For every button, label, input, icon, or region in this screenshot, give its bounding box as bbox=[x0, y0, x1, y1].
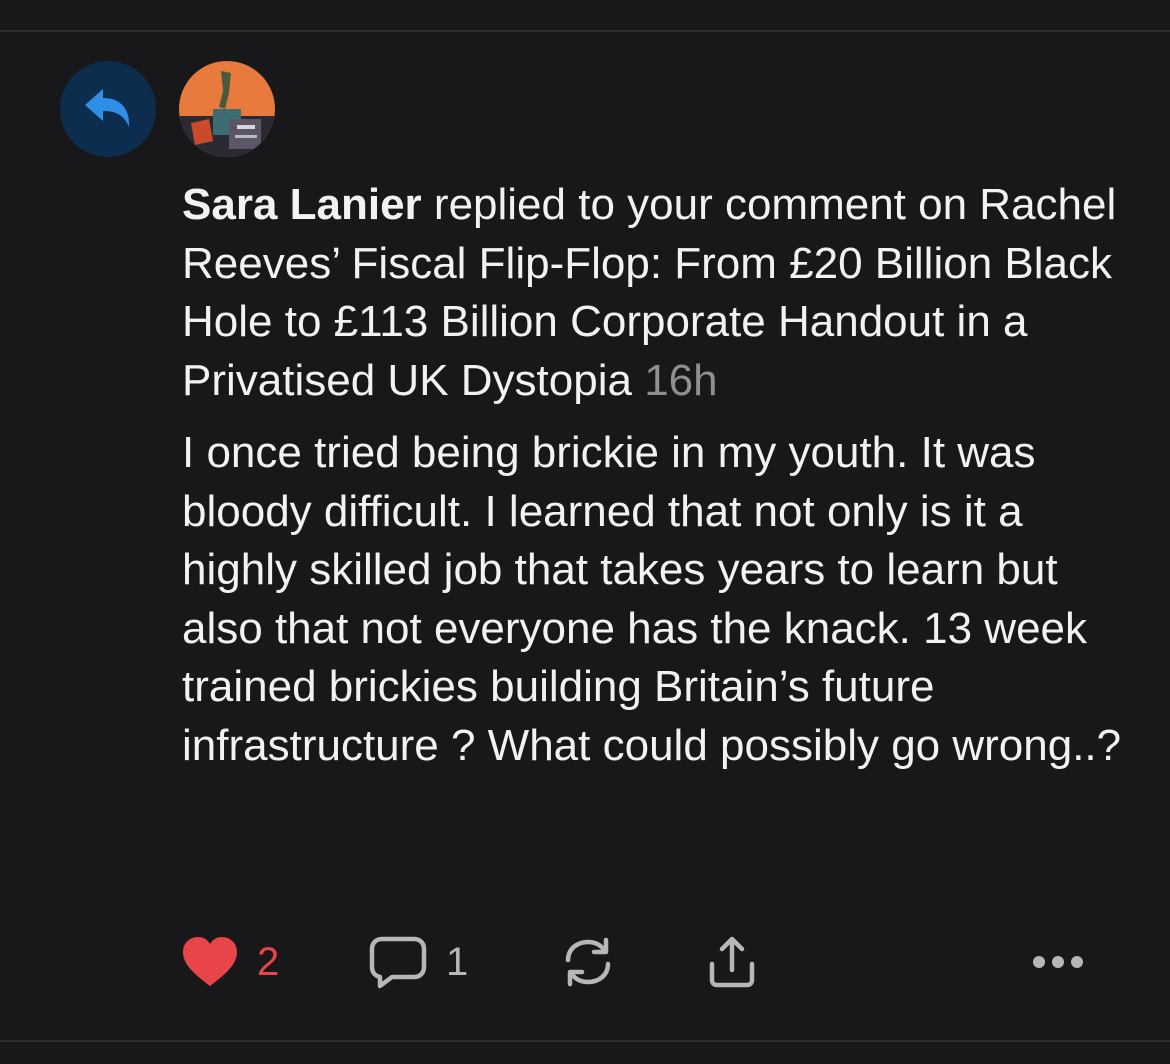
comment-count: 1 bbox=[446, 939, 469, 984]
like-count: 2 bbox=[257, 939, 280, 984]
top-divider bbox=[0, 30, 1170, 32]
like-button[interactable]: 2 bbox=[181, 930, 279, 994]
more-dots-icon bbox=[1033, 956, 1083, 968]
restack-icon bbox=[565, 937, 611, 987]
avatar[interactable] bbox=[179, 61, 275, 157]
reply-arrow-icon bbox=[85, 89, 130, 127]
comment-bubble-icon bbox=[369, 936, 427, 989]
notification-screen: Sara Lanier replied to your comment on R… bbox=[0, 0, 1170, 1064]
avatar-image bbox=[179, 61, 275, 157]
author-name[interactable]: Sara Lanier bbox=[182, 180, 422, 229]
notification-headline: Sara Lanier replied to your comment on R… bbox=[182, 176, 1127, 410]
comment-button[interactable]: 1 bbox=[368, 930, 468, 994]
timestamp: 16h bbox=[644, 355, 718, 405]
reply-badge bbox=[60, 61, 156, 157]
action-bar: 2 1 bbox=[0, 930, 1170, 994]
heart-icon bbox=[183, 937, 237, 986]
bottom-divider bbox=[0, 1040, 1170, 1042]
share-icon bbox=[709, 936, 755, 988]
share-button[interactable] bbox=[704, 930, 760, 994]
more-button[interactable] bbox=[1032, 930, 1084, 994]
comment-body: I once tried being brickie in my youth. … bbox=[182, 428, 1122, 770]
notification-content[interactable]: Sara Lanier replied to your comment on R… bbox=[182, 176, 1127, 775]
restack-button[interactable] bbox=[560, 930, 616, 994]
